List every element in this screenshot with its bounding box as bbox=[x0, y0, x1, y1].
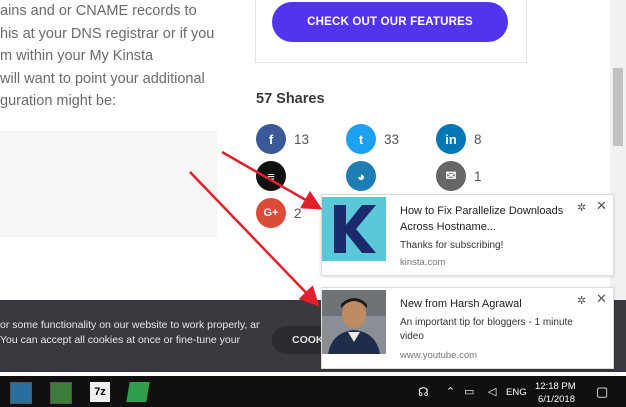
google-plus-icon: G+ bbox=[256, 198, 286, 228]
features-card: CHECK OUT OUR FEATURES bbox=[255, 0, 527, 63]
scrollbar-thumb[interactable] bbox=[613, 68, 623, 146]
gear-icon[interactable]: ✲ bbox=[577, 201, 586, 214]
share-count: 2 bbox=[294, 205, 302, 221]
share-buffer[interactable]: ≡ bbox=[256, 161, 286, 191]
people-icon[interactable]: ☊ bbox=[418, 385, 429, 399]
share-count: 8 bbox=[474, 131, 482, 147]
share-linkedin[interactable]: in 8 bbox=[436, 124, 482, 154]
taskbar: 7z ☊ ⌃ ▭ ◁ ENG 12:18 PM 6/1/2018 ▢ bbox=[0, 376, 626, 407]
app-icon[interactable] bbox=[10, 382, 32, 404]
twitter-icon: t bbox=[346, 124, 376, 154]
notification-kinsta[interactable]: How to Fix Parallelize Downloads Across … bbox=[321, 194, 614, 276]
article-text: ains and or CNAME records to his at your… bbox=[0, 0, 245, 113]
code-block bbox=[0, 131, 217, 237]
sevenzip-icon[interactable]: 7z bbox=[90, 382, 110, 402]
email-icon: ✉ bbox=[436, 161, 466, 191]
share-email[interactable]: ✉ 1 bbox=[436, 161, 482, 191]
facebook-icon: f bbox=[256, 124, 286, 154]
share-google-plus[interactable]: G+ 2 bbox=[256, 198, 302, 228]
notification-body: Thanks for subscribing! bbox=[400, 240, 504, 251]
buffer-icon: ≡ bbox=[256, 161, 286, 191]
share-count: 13 bbox=[294, 131, 310, 147]
gear-icon[interactable]: ✲ bbox=[577, 294, 586, 307]
close-icon[interactable]: ✕ bbox=[596, 198, 607, 214]
article-line: guration might be: bbox=[0, 93, 117, 109]
shares-title: 57 Shares bbox=[256, 91, 325, 107]
language-indicator[interactable]: ENG bbox=[506, 387, 527, 398]
app-icon[interactable] bbox=[126, 382, 150, 402]
hootsuite-icon: ◕ bbox=[346, 161, 376, 191]
notification-body: An important tip for bloggers - 1 minute… bbox=[400, 317, 573, 342]
share-facebook[interactable]: f 13 bbox=[256, 124, 309, 154]
avatar bbox=[322, 290, 386, 354]
article-line: will want to point your additional bbox=[0, 70, 205, 87]
volume-icon[interactable]: ◁ bbox=[488, 385, 496, 398]
linkedin-icon: in bbox=[436, 124, 466, 154]
notification-youtube[interactable]: New from Harsh Agrawal An important tip … bbox=[321, 287, 614, 369]
notification-title: New from Harsh Agrawal bbox=[400, 298, 522, 310]
share-count: 1 bbox=[474, 168, 482, 184]
notification-source: www.youtube.com bbox=[400, 350, 478, 361]
article-line: his at your DNS registrar or if you bbox=[0, 25, 215, 42]
cookie-line: You can accept all cookies at once or fi… bbox=[0, 334, 241, 346]
article-line: m within your My Kinsta bbox=[0, 48, 154, 64]
share-hootsuite[interactable]: ◕ bbox=[346, 161, 376, 191]
article-line: ains and or CNAME records to bbox=[0, 3, 197, 19]
chevron-up-icon[interactable]: ⌃ bbox=[446, 385, 455, 398]
clock-time[interactable]: 12:18 PM bbox=[535, 381, 576, 392]
kinsta-logo-icon bbox=[322, 197, 386, 261]
share-count: 33 bbox=[384, 131, 400, 147]
notification-source: kinsta.com bbox=[400, 257, 446, 268]
clock-date[interactable]: 6/1/2018 bbox=[538, 394, 575, 405]
app-icon[interactable] bbox=[50, 382, 72, 404]
notification-title: How to Fix Parallelize Downloads Across … bbox=[400, 205, 564, 233]
cookie-line: or some functionality on our website to … bbox=[0, 319, 260, 331]
cookie-text: or some functionality on our website to … bbox=[0, 318, 260, 348]
close-icon[interactable]: ✕ bbox=[596, 291, 607, 307]
action-center-icon[interactable]: ▢ bbox=[596, 384, 608, 400]
network-icon[interactable]: ▭ bbox=[464, 385, 474, 398]
share-twitter[interactable]: t 33 bbox=[346, 124, 399, 154]
check-out-features-button[interactable]: CHECK OUT OUR FEATURES bbox=[272, 2, 508, 42]
